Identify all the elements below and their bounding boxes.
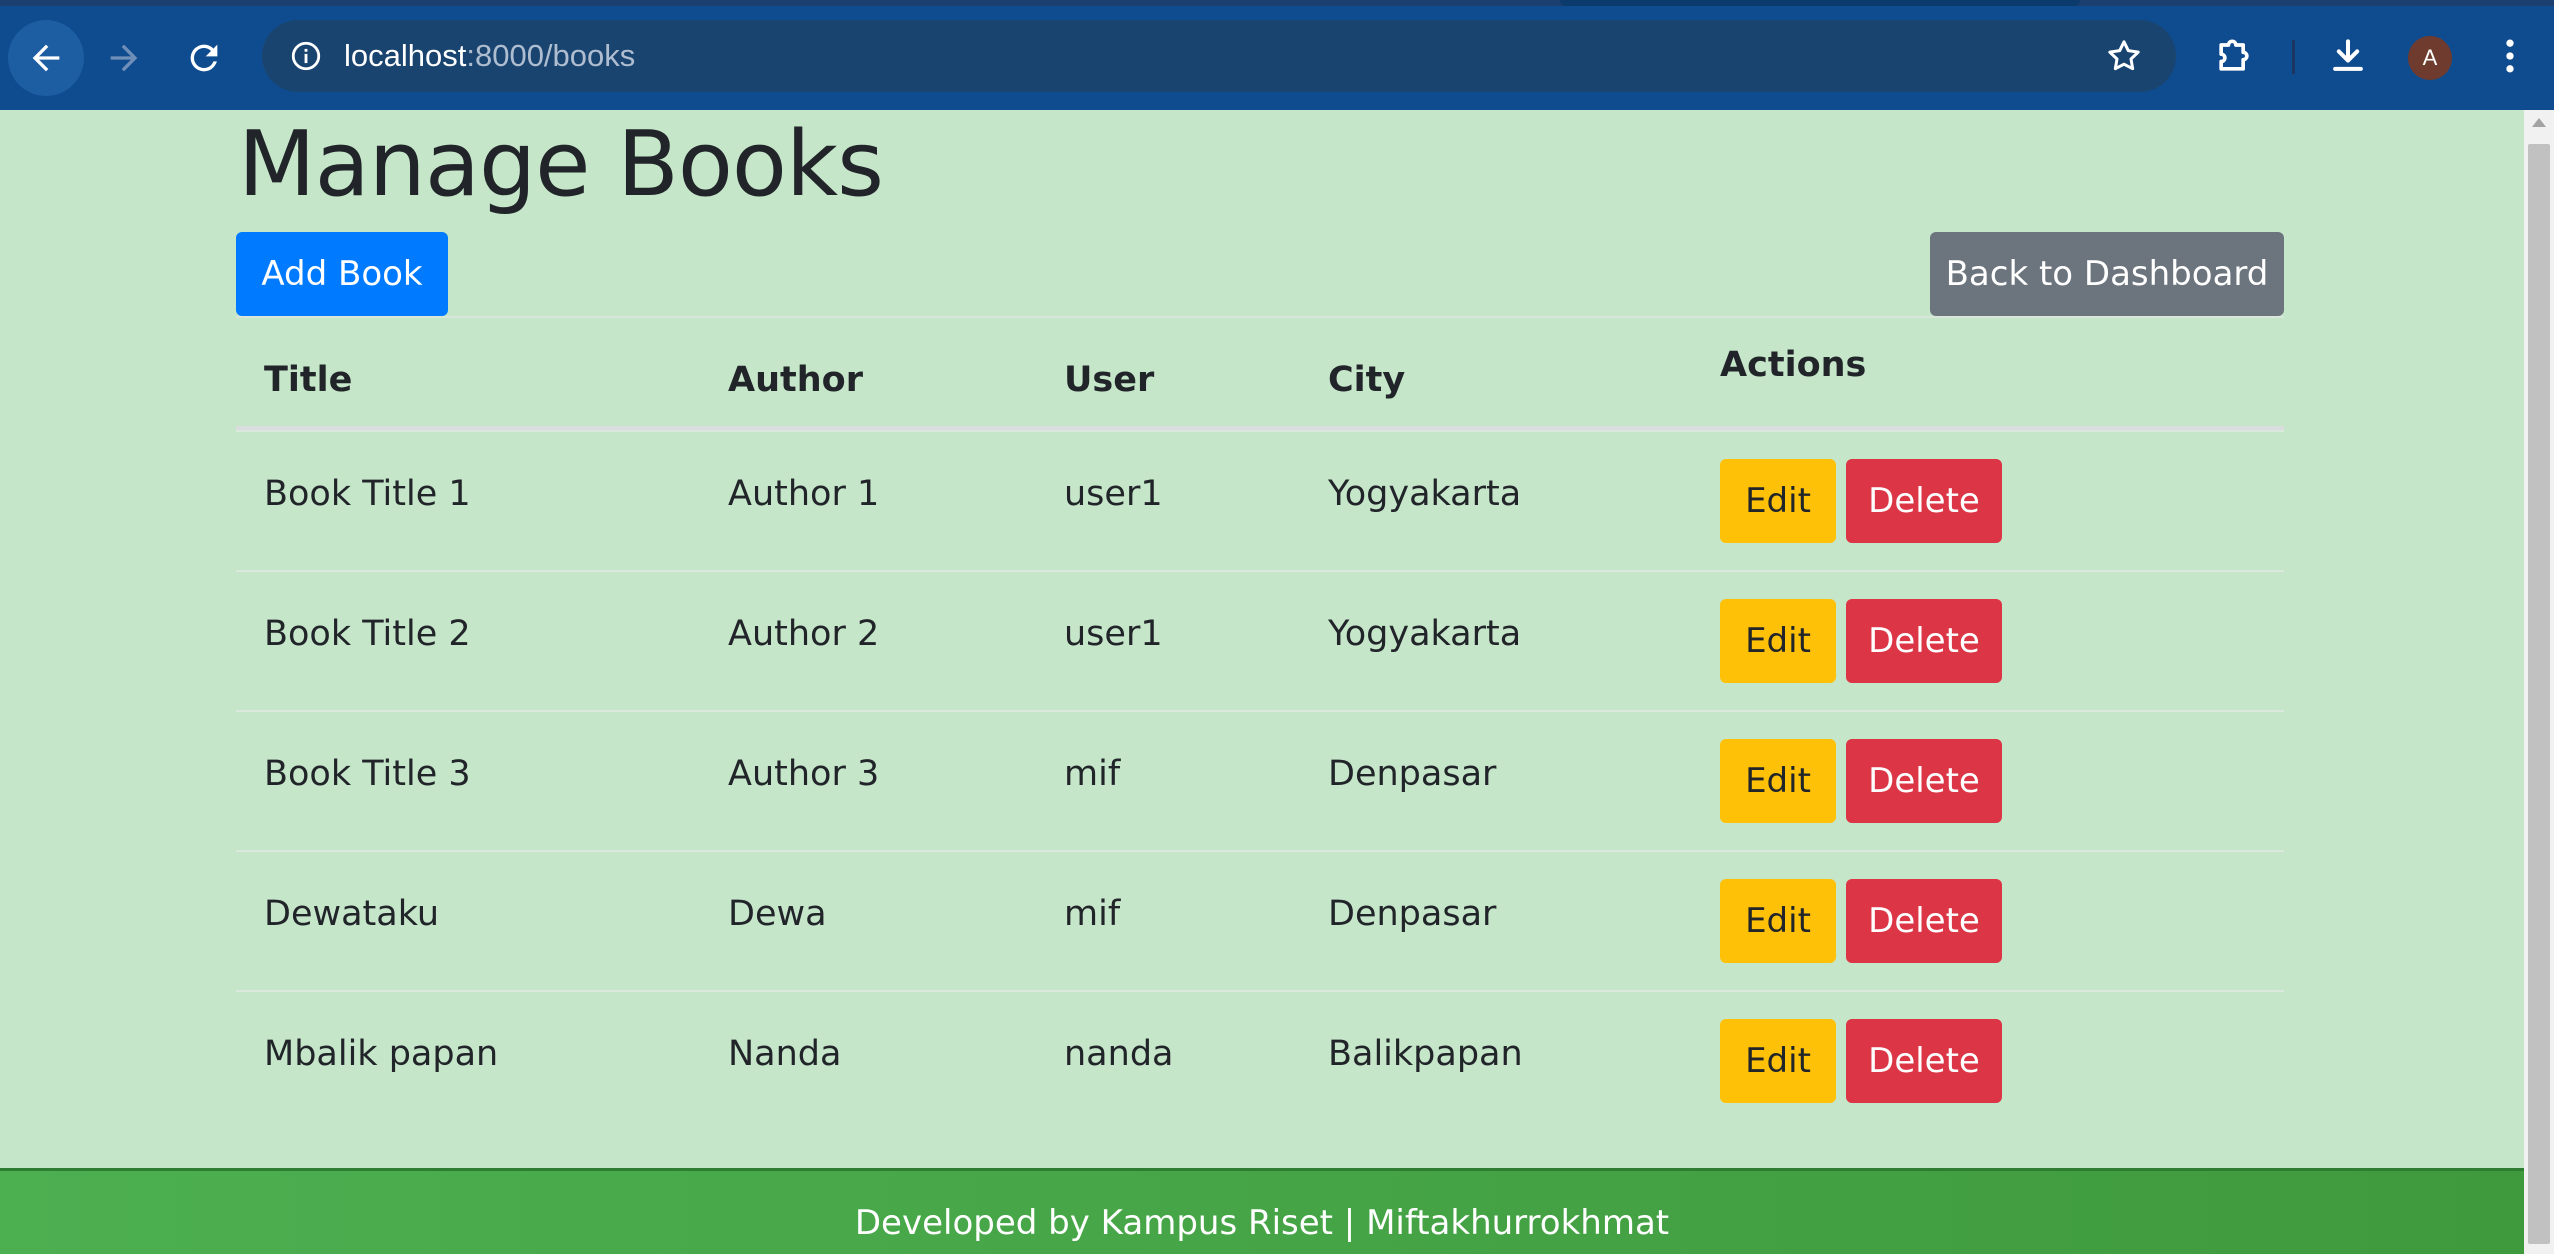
edit-button[interactable]: Edit bbox=[1720, 599, 1836, 683]
user-cell: user1 bbox=[1064, 474, 1163, 514]
column-header-user: User bbox=[1064, 360, 1155, 400]
kebab-menu-icon[interactable] bbox=[2488, 34, 2532, 78]
edit-button[interactable]: Edit bbox=[1720, 1019, 1836, 1103]
page-title: Manage Books bbox=[238, 112, 884, 217]
author-cell: Dewa bbox=[728, 894, 827, 934]
city-cell: Yogyakarta bbox=[1328, 614, 1522, 654]
author-cell: Author 3 bbox=[728, 754, 880, 794]
edit-button[interactable]: Edit bbox=[1720, 739, 1836, 823]
delete-button[interactable]: Delete bbox=[1846, 459, 2002, 543]
book-title-cell: Dewataku bbox=[264, 894, 440, 934]
scroll-up-arrow-icon[interactable] bbox=[2532, 118, 2546, 127]
edit-button[interactable]: Edit bbox=[1720, 879, 1836, 963]
footer-credit: Developed by Kampus Riset | Miftakhurrok… bbox=[854, 1203, 1670, 1243]
author-cell: Author 2 bbox=[728, 614, 880, 654]
url-text[interactable]: localhost:8000/books bbox=[344, 20, 635, 92]
column-header-city: City bbox=[1328, 360, 1406, 400]
column-header-actions: Actions bbox=[1720, 345, 1867, 385]
site-info-button[interactable] bbox=[284, 34, 328, 78]
city-cell: Denpasar bbox=[1328, 894, 1497, 934]
back-to-dashboard-button[interactable]: Back to Dashboard bbox=[1930, 232, 2284, 316]
actions-cell: Edit Delete bbox=[1720, 879, 2002, 963]
books-table: Title Author User City Actions Book Titl… bbox=[236, 316, 2284, 1130]
back-button[interactable] bbox=[8, 20, 84, 96]
reload-icon bbox=[190, 44, 218, 72]
table-row: Book Title 2 Author 2 user1 Yogyakarta E… bbox=[236, 570, 2284, 710]
table-row: Book Title 1 Author 1 user1 Yogyakarta E… bbox=[236, 430, 2284, 570]
tab-strip bbox=[0, 0, 2554, 6]
toolbar-separator bbox=[2292, 40, 2295, 74]
reload-button[interactable] bbox=[166, 20, 242, 96]
column-header-author: Author bbox=[728, 360, 863, 400]
url-path: :8000/books bbox=[466, 38, 636, 73]
download-icon[interactable] bbox=[2326, 34, 2370, 78]
city-cell: Balikpapan bbox=[1328, 1034, 1523, 1074]
tab-edge bbox=[1560, 0, 2080, 6]
city-cell: Yogyakarta bbox=[1328, 474, 1522, 514]
delete-button[interactable]: Delete bbox=[1846, 739, 2002, 823]
profile-avatar[interactable]: A bbox=[2408, 36, 2452, 80]
actions-cell: Edit Delete bbox=[1720, 1019, 2002, 1103]
scrollbar-thumb[interactable] bbox=[2528, 144, 2550, 1244]
delete-button[interactable]: Delete bbox=[1846, 1019, 2002, 1103]
add-book-button[interactable]: Add Book bbox=[236, 232, 448, 316]
author-cell: Nanda bbox=[728, 1034, 842, 1074]
user-cell: nanda bbox=[1064, 1034, 1174, 1074]
browser-toolbar: localhost:8000/books A bbox=[0, 0, 2554, 110]
column-header-title: Title bbox=[264, 360, 353, 400]
user-cell: user1 bbox=[1064, 614, 1163, 654]
delete-button[interactable]: Delete bbox=[1846, 599, 2002, 683]
address-bar[interactable]: localhost:8000/books bbox=[262, 20, 2176, 92]
table-row: Dewataku Dewa mif Denpasar Edit Delete bbox=[236, 850, 2284, 990]
user-cell: mif bbox=[1064, 894, 1121, 934]
arrow-left-icon bbox=[32, 44, 60, 72]
delete-button[interactable]: Delete bbox=[1846, 879, 2002, 963]
actions-cell: Edit Delete bbox=[1720, 599, 2002, 683]
actions-cell: Edit Delete bbox=[1720, 739, 2002, 823]
book-title-cell: Book Title 3 bbox=[264, 754, 471, 794]
forward-button[interactable] bbox=[86, 20, 162, 96]
vertical-scrollbar[interactable] bbox=[2524, 110, 2554, 1254]
table-header-row: Title Author User City Actions bbox=[236, 316, 2284, 430]
puzzle-icon[interactable] bbox=[2212, 34, 2256, 78]
page-footer: Developed by Kampus Riset | Miftakhurrok… bbox=[0, 1168, 2524, 1254]
user-cell: mif bbox=[1064, 754, 1121, 794]
star-icon[interactable] bbox=[2104, 36, 2144, 76]
arrow-right-icon bbox=[110, 44, 138, 72]
info-icon bbox=[291, 41, 321, 71]
book-title-cell: Mbalik papan bbox=[264, 1034, 499, 1074]
book-title-cell: Book Title 1 bbox=[264, 474, 471, 514]
edit-button[interactable]: Edit bbox=[1720, 459, 1836, 543]
city-cell: Denpasar bbox=[1328, 754, 1497, 794]
url-host: localhost bbox=[344, 38, 467, 73]
table-row: Book Title 3 Author 3 mif Denpasar Edit … bbox=[236, 710, 2284, 850]
book-title-cell: Book Title 2 bbox=[264, 614, 471, 654]
actions-cell: Edit Delete bbox=[1720, 459, 2002, 543]
author-cell: Author 1 bbox=[728, 474, 880, 514]
table-row: Mbalik papan Nanda nanda Balikpapan Edit… bbox=[236, 990, 2284, 1130]
